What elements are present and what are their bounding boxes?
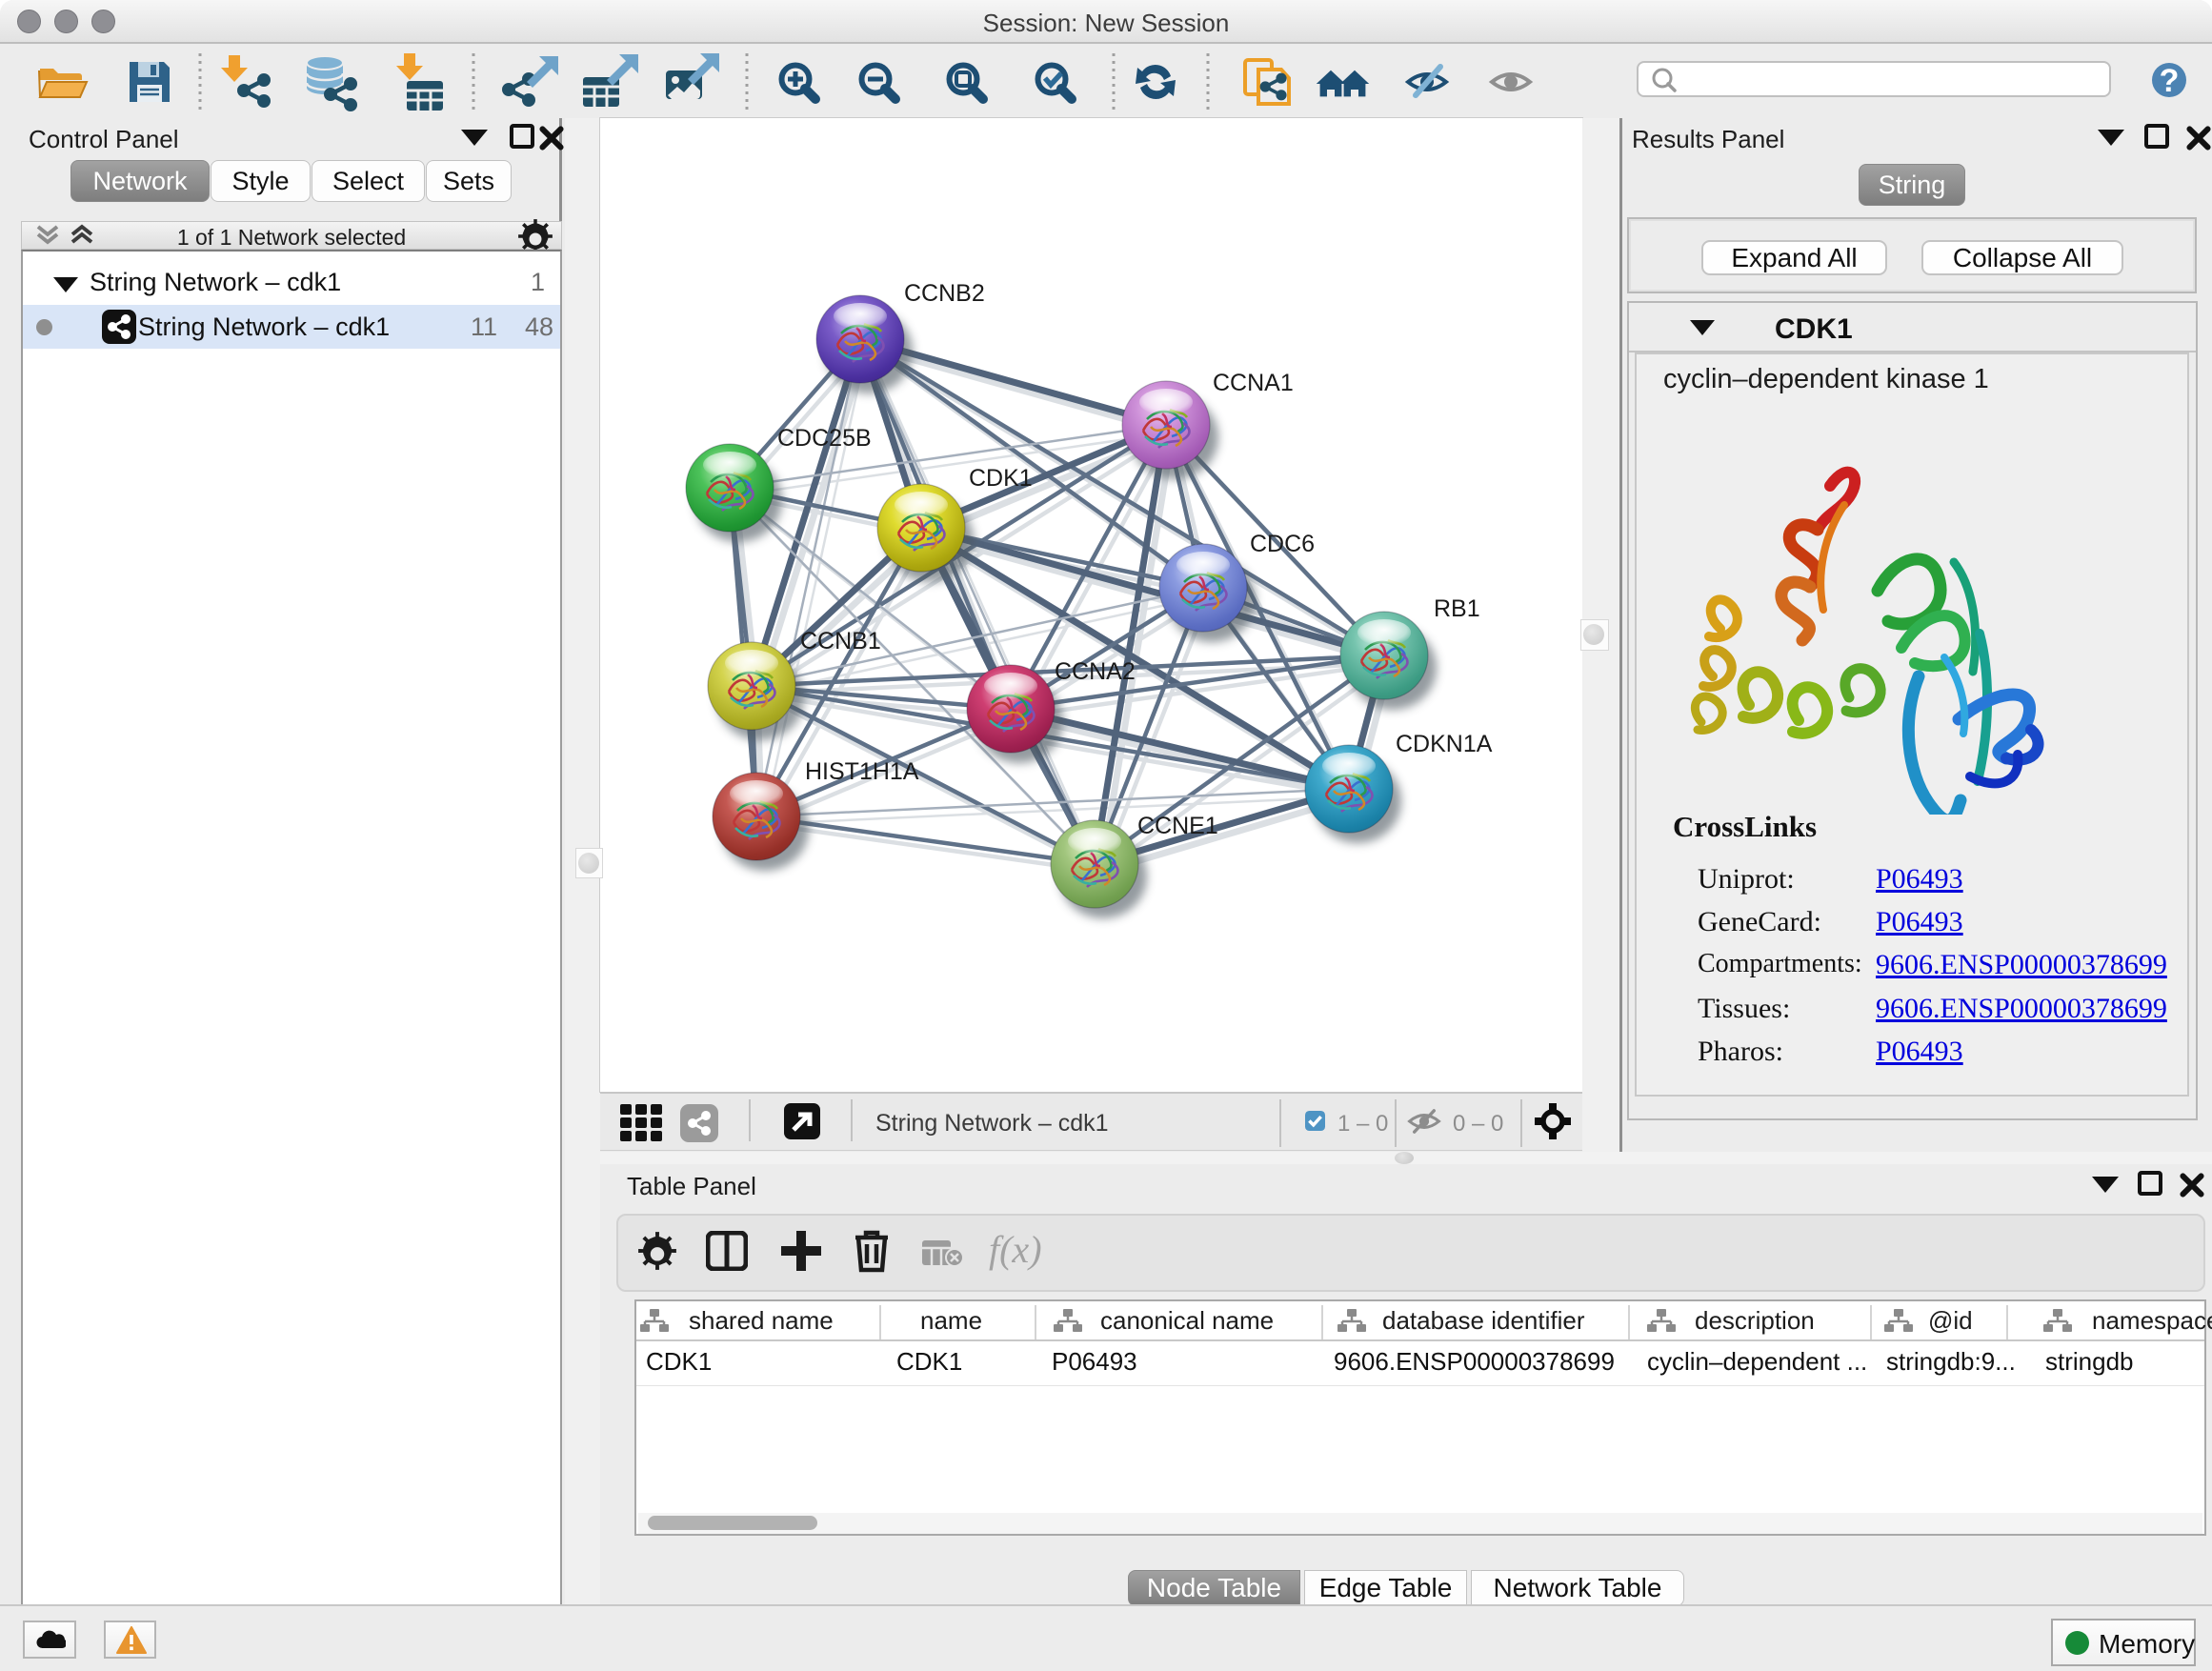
svg-text:CDKN1A: CDKN1A: [1396, 731, 1493, 757]
svg-text:HIST1H1A: HIST1H1A: [805, 758, 919, 785]
svg-text:CDC6: CDC6: [1250, 531, 1315, 557]
svg-text:CCNA1: CCNA1: [1213, 370, 1294, 396]
svg-text:CDC25B: CDC25B: [777, 425, 872, 452]
svg-text:CCNB2: CCNB2: [904, 280, 985, 307]
svg-text:CDK1: CDK1: [969, 465, 1033, 492]
svg-text:CCNA2: CCNA2: [1055, 658, 1136, 685]
svg-text:CCNE1: CCNE1: [1137, 813, 1218, 839]
svg-text:?: ?: [2160, 63, 2180, 99]
svg-text:RB1: RB1: [1434, 595, 1480, 622]
svg-text:CCNB1: CCNB1: [800, 628, 881, 654]
